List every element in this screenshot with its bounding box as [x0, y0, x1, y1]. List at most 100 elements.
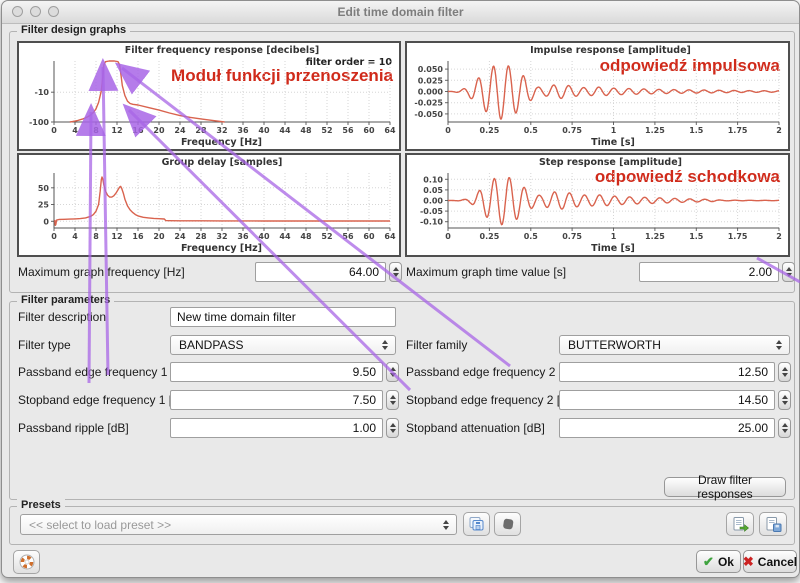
load-preset-file-button[interactable] [726, 512, 754, 536]
x-axis-label: Frequency [Hz] [54, 137, 389, 148]
stopband-edge-1-input[interactable] [170, 390, 383, 410]
draw-filter-responses-label: Draw filter responses [673, 473, 777, 501]
filter-family-select[interactable]: BUTTERWORTH [559, 335, 790, 355]
remove-preset-button[interactable] [494, 512, 521, 536]
svg-text:24: 24 [174, 232, 186, 241]
passband-edge-2-stepper[interactable] [778, 362, 791, 382]
passband-edge-1-input[interactable] [170, 362, 383, 382]
svg-text:48: 48 [300, 232, 312, 241]
svg-text:-10: -10 [35, 88, 50, 97]
title-bar: Edit time domain filter [2, 1, 799, 24]
preset-select[interactable]: << select to load preset >> [20, 514, 457, 535]
popup-arrows-icon [378, 340, 391, 350]
save-preset-file-icon [764, 516, 783, 533]
svg-text:-0.05: -0.05 [420, 207, 443, 216]
stopband-attenuation-input[interactable] [559, 418, 775, 438]
ok-label: Ok [718, 555, 734, 569]
remove-preset-icon [499, 516, 517, 532]
cancel-x-icon: ✖ [743, 554, 754, 570]
stopband-attenuation-label: Stopband attenuation [dB] [406, 421, 545, 436]
passband-edge-2-label: Passband edge frequency 2 [Hz] [406, 365, 580, 380]
svg-text:1.25: 1.25 [645, 232, 665, 241]
svg-text:-0.025: -0.025 [414, 99, 443, 108]
stepper-down-icon [390, 401, 396, 405]
step-response-plot: 00.250.50.7511.251.51.7520.100.050.00-0.… [408, 168, 787, 244]
svg-text:2: 2 [776, 126, 782, 135]
stepper-down-icon [393, 273, 399, 277]
max-graph-frequency-stepper[interactable] [389, 262, 402, 282]
svg-text:20: 20 [153, 232, 165, 241]
svg-text:0.75: 0.75 [562, 126, 582, 135]
edit-time-domain-filter-dialog: Edit time domain filter Filter design gr… [1, 0, 800, 578]
stepper-up-icon [390, 367, 396, 371]
svg-text:64: 64 [384, 232, 396, 241]
save-preset-file-button[interactable] [759, 512, 787, 536]
filter-description-input[interactable] [170, 307, 396, 327]
stopband-edge-2-stepper[interactable] [778, 390, 791, 410]
filter-type-select[interactable]: BANDPASS [170, 335, 396, 355]
passband-ripple-stepper[interactable] [386, 418, 399, 438]
svg-text:52: 52 [321, 126, 332, 135]
svg-text:16: 16 [132, 232, 144, 241]
filter-description-label: Filter description [18, 310, 106, 325]
stopband-attenuation-stepper[interactable] [778, 418, 791, 438]
passband-edge-1-stepper[interactable] [386, 362, 399, 382]
stopband-edge-2-input[interactable] [559, 390, 775, 410]
svg-text:48: 48 [300, 126, 312, 135]
svg-text:0.25: 0.25 [480, 126, 500, 135]
passband-ripple-input[interactable] [170, 418, 383, 438]
svg-text:0.75: 0.75 [562, 232, 582, 241]
plot-title: Filter frequency response [decibels] [49, 45, 395, 56]
svg-text:0.025: 0.025 [418, 76, 444, 85]
svg-text:12: 12 [111, 232, 122, 241]
svg-text:0: 0 [43, 217, 49, 226]
svg-text:0.5: 0.5 [524, 232, 539, 241]
preset-select-placeholder: << select to load preset >> [29, 518, 439, 532]
svg-text:1.75: 1.75 [728, 126, 748, 135]
svg-text:1: 1 [611, 126, 617, 135]
svg-text:2: 2 [776, 232, 782, 241]
help-button[interactable] [13, 550, 40, 574]
svg-text:36: 36 [237, 126, 249, 135]
ok-button[interactable]: ✔Ok [696, 550, 741, 573]
life-buoy-help-icon [18, 553, 36, 571]
max-graph-frequency-label: Maximum graph frequency [Hz] [18, 265, 185, 280]
passband-ripple-label: Passband ripple [dB] [18, 421, 129, 436]
max-graph-time-input[interactable] [639, 262, 779, 282]
stepper-up-icon [782, 395, 788, 399]
svg-text:32: 32 [216, 232, 227, 241]
svg-text:1: 1 [611, 232, 617, 241]
svg-text:0.25: 0.25 [480, 232, 500, 241]
svg-text:0.05: 0.05 [423, 186, 443, 195]
filter-family-label: Filter family [406, 338, 467, 353]
plot-title: Impulse response [amplitude] [437, 45, 784, 56]
load-preset-file-icon [731, 516, 750, 533]
svg-text:8: 8 [93, 126, 99, 135]
max-graph-time-stepper[interactable] [782, 262, 795, 282]
svg-text:0: 0 [51, 126, 57, 135]
stepper-up-icon [786, 267, 792, 271]
max-graph-time-label: Maximum graph time value [s] [406, 265, 566, 280]
group-delay-plot: 048121620242832364044485256606402550 [20, 168, 398, 244]
svg-text:44: 44 [279, 126, 291, 135]
draw-filter-responses-button[interactable]: Draw filter responses [664, 477, 786, 497]
stopband-edge-1-stepper[interactable] [386, 390, 399, 410]
stepper-down-icon [390, 429, 396, 433]
svg-text:1.25: 1.25 [645, 126, 665, 135]
step-response-panel: Step response [amplitude] odpowiedź scho… [405, 153, 790, 257]
filter-type-value: BANDPASS [179, 338, 378, 352]
svg-text:16: 16 [132, 126, 144, 135]
passband-edge-2-input[interactable] [559, 362, 775, 382]
max-graph-frequency-input[interactable] [255, 262, 386, 282]
x-axis-label: Time [s] [448, 137, 778, 148]
cancel-button[interactable]: ✖Cancel [743, 550, 797, 573]
filter-family-value: BUTTERWORTH [568, 338, 772, 352]
stepper-down-icon [782, 401, 788, 405]
svg-text:36: 36 [237, 232, 249, 241]
svg-text:28: 28 [195, 126, 207, 135]
x-axis-label: Frequency [Hz] [54, 243, 389, 254]
svg-text:0.5: 0.5 [524, 126, 539, 135]
svg-text:60: 60 [363, 232, 375, 241]
save-preset-button[interactable] [463, 512, 490, 536]
svg-text:0.000: 0.000 [418, 88, 444, 97]
